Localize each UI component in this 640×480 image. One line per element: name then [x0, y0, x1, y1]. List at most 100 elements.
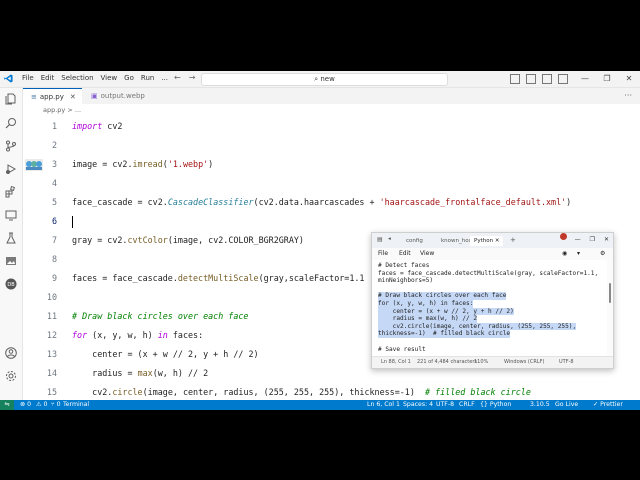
notepad-window: ▤ ◂ config known_host Python ✕ + — ❐ ✕ F…	[371, 232, 614, 369]
code-line[interactable]: 4	[23, 174, 640, 193]
minimize-button[interactable]: —	[575, 236, 581, 243]
python-file-icon: ≡	[31, 93, 37, 101]
breadcrumb: app.py > ...	[23, 104, 640, 116]
tab-label: output.webp	[100, 92, 145, 100]
code-line[interactable]: 1 import cv2	[23, 117, 640, 136]
notepad-menu-edit[interactable]: Edit	[399, 250, 411, 257]
back-arrow-icon[interactable]: ←	[174, 73, 181, 82]
notepad-text-area[interactable]: # Detect faces faces = face_cascade.detec…	[372, 260, 607, 356]
remote-indicator-icon[interactable]: ⇋	[0, 400, 14, 410]
notepad-menu-file[interactable]: File	[378, 250, 388, 257]
notepad-tab-config[interactable]: config	[402, 236, 427, 246]
code-text: # Draw black circles over each face	[72, 311, 249, 321]
line-number: 6	[51, 216, 57, 226]
testing-icon[interactable]	[5, 232, 17, 244]
notepad-cursor-position: Ln 88, Col 1	[381, 359, 411, 365]
notepad-eol[interactable]: Windows (CRLF)	[504, 359, 544, 365]
menu-file[interactable]: File	[22, 74, 34, 82]
breadcrumb-file[interactable]: app.py	[43, 106, 65, 114]
copilot-icon[interactable]: ◉	[562, 250, 567, 257]
cursor-position[interactable]: Ln 6, Col 1	[367, 400, 400, 410]
code-line[interactable]: 2	[23, 136, 640, 155]
account-icon[interactable]	[5, 347, 17, 359]
tab-app-py[interactable]: ≡ app.py ✕	[23, 88, 82, 105]
close-tab-icon[interactable]: ✕	[70, 93, 76, 101]
explorer-icon[interactable]	[5, 93, 17, 105]
close-window-button[interactable]: ✕	[618, 71, 640, 87]
notepad-tabs: ▤ ◂ config known_host Python ✕ + — ❐ ✕	[372, 233, 613, 248]
search-text: new	[320, 75, 335, 83]
code-text: for (x, y, w, h) in faces:	[72, 330, 204, 340]
go-live-button[interactable]: Go Live	[555, 400, 578, 410]
extensions-icon[interactable]	[5, 186, 17, 198]
notepad-text-line: center = (x + w // 2, y + h // 2)	[378, 307, 514, 316]
terminal-button[interactable]: Terminal	[63, 400, 89, 410]
notepad-tab-python[interactable]: Python ✕	[470, 236, 504, 246]
minimize-button[interactable]: —	[574, 71, 596, 87]
close-button[interactable]: ✕	[604, 236, 609, 243]
settings-gear-icon[interactable]	[5, 370, 17, 382]
menu-run[interactable]: Run	[141, 74, 154, 82]
line-number: 9	[51, 273, 57, 283]
notepad-settings-icon[interactable]: ⚙	[600, 250, 605, 257]
add-tab-icon[interactable]: +	[510, 236, 516, 244]
toggle-secondary-sidebar-icon[interactable]	[542, 74, 552, 84]
text-cursor	[72, 216, 73, 228]
notepad-text-line: # Save result	[378, 345, 426, 353]
ports-count[interactable]: ⑂ 0	[51, 400, 61, 410]
vscode-logo-icon	[4, 74, 13, 83]
warnings-count[interactable]: ⚠ 0	[36, 400, 47, 410]
forward-arrow-icon[interactable]: →	[189, 73, 196, 82]
notepad-encoding[interactable]: UTF-8	[559, 359, 574, 365]
search-icon[interactable]	[5, 117, 17, 129]
layout-controls	[510, 74, 568, 84]
notepad-scroll-left-icon[interactable]: ◂	[388, 236, 391, 242]
run-debug-icon[interactable]	[5, 163, 17, 175]
menu-more[interactable]: ...	[161, 74, 168, 82]
end-of-line[interactable]: CRLF	[459, 400, 475, 410]
maximize-button[interactable]: ❐	[596, 71, 618, 87]
notepad-scrollbar[interactable]	[609, 283, 611, 303]
file-encoding[interactable]: UTF-8	[436, 400, 454, 410]
svg-text:DB: DB	[7, 282, 15, 288]
line-number: 10	[46, 292, 57, 302]
docker-icon[interactable]: DB	[5, 278, 17, 290]
code-text: radius = max(w, h) // 2	[72, 368, 209, 378]
menu-go[interactable]: Go	[124, 74, 134, 82]
line-number: 1	[51, 121, 57, 131]
customize-layout-icon[interactable]	[558, 74, 568, 84]
code-line[interactable]: 6	[23, 212, 640, 231]
command-center-search[interactable]: ⌕ new	[201, 73, 448, 86]
window-controls: — ❐ ✕	[574, 71, 640, 87]
dropdown-icon[interactable]: ▾	[577, 250, 580, 257]
image-preview-icon[interactable]	[5, 255, 17, 267]
more-actions-icon[interactable]: ···	[624, 91, 632, 100]
indentation[interactable]: Spaces: 4	[403, 400, 433, 410]
errors-count[interactable]: ⊗ 0	[20, 400, 31, 410]
menu-selection[interactable]: Selection	[61, 74, 93, 82]
maximize-button[interactable]: ❐	[590, 236, 595, 243]
nav-arrows: ← →	[174, 73, 195, 82]
line-number: 8	[51, 254, 57, 264]
notepad-menu-bar: File Edit View ◉ ▾ ⚙	[372, 248, 613, 260]
notepad-menu-view[interactable]: View	[420, 250, 434, 257]
language-mode[interactable]: {} Python	[480, 400, 511, 410]
menu-view[interactable]: View	[101, 74, 118, 82]
toggle-sidebar-icon[interactable]	[510, 74, 520, 84]
code-line[interactable]: 3 image = cv2.imread('1.webp')	[23, 155, 640, 174]
prettier-status[interactable]: ✓ Prettier	[593, 400, 623, 410]
notepad-app-icon: ▤	[377, 236, 383, 243]
source-control-icon[interactable]	[5, 140, 17, 152]
tab-output-webp[interactable]: ▣ output.webp	[83, 88, 151, 104]
toggle-panel-icon[interactable]	[526, 74, 536, 84]
menu-edit[interactable]: Edit	[41, 74, 55, 82]
line-number: 12	[46, 330, 57, 340]
breadcrumb-more[interactable]: ...	[75, 106, 81, 114]
code-text: import cv2	[72, 121, 123, 131]
close-tab-icon[interactable]: ✕	[495, 238, 500, 244]
code-line[interactable]: 5 face_cascade = cv2.CascadeClassifier(cv…	[23, 193, 640, 212]
notepad-zoom[interactable]: 110%	[474, 359, 488, 365]
python-version[interactable]: 3.10.5	[530, 400, 550, 410]
remote-explorer-icon[interactable]	[5, 209, 17, 221]
code-text: faces = face_cascade.detectMultiScale(gr…	[72, 273, 365, 283]
